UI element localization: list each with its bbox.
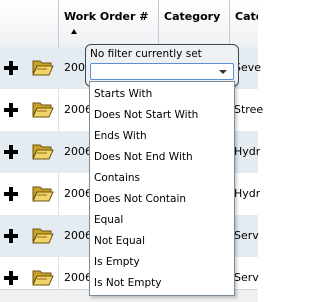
chevron-down-icon[interactable] bbox=[219, 70, 227, 74]
filter-option[interactable]: Does Not End With bbox=[94, 147, 193, 168]
sort-ascending-icon bbox=[71, 29, 77, 34]
header-actions bbox=[0, 0, 58, 47]
filter-option[interactable]: Equal bbox=[94, 210, 123, 231]
grid-header: Work Order # Category Cate bbox=[0, 0, 258, 48]
filter-status-label: No filter currently set bbox=[90, 48, 202, 60]
filter-operator-dropdown: Starts With Does Not Start With Ends With D… bbox=[89, 81, 235, 296]
open-folder-icon[interactable] bbox=[32, 141, 54, 161]
category-desc-cell: Hydr bbox=[234, 145, 261, 158]
filter-option[interactable]: Ends With bbox=[94, 126, 147, 147]
category-desc-cell: Hydr bbox=[234, 187, 261, 200]
category-desc-cell: Stree bbox=[234, 103, 264, 116]
header-category-label: Category bbox=[164, 10, 221, 23]
filter-option[interactable]: Starts With bbox=[94, 84, 152, 105]
filter-option[interactable]: Contains bbox=[94, 168, 140, 189]
plus-icon[interactable] bbox=[4, 103, 18, 117]
open-folder-icon[interactable] bbox=[32, 99, 54, 119]
open-folder-icon[interactable] bbox=[32, 267, 54, 287]
category-desc-cell: Serv bbox=[234, 229, 259, 242]
work-order-cell: 2006 bbox=[64, 103, 92, 116]
header-work-order[interactable]: Work Order # bbox=[58, 0, 158, 47]
work-order-cell: 2006 bbox=[64, 145, 92, 158]
plus-icon[interactable] bbox=[4, 271, 18, 285]
open-folder-icon[interactable] bbox=[32, 225, 54, 245]
header-category[interactable]: Category bbox=[158, 0, 229, 47]
work-order-cell: 2006 bbox=[64, 229, 92, 242]
filter-option[interactable]: Does Not Start With bbox=[94, 105, 198, 126]
header-category-desc-label: Cate bbox=[235, 10, 258, 23]
header-work-order-label: Work Order # bbox=[64, 10, 149, 23]
open-folder-icon[interactable] bbox=[32, 57, 54, 77]
filter-option[interactable]: Is Not Empty bbox=[94, 273, 162, 294]
plus-icon[interactable] bbox=[4, 229, 18, 243]
plus-icon[interactable] bbox=[4, 187, 18, 201]
filter-option[interactable]: Is Empty bbox=[94, 252, 140, 273]
work-order-cell: 2006 bbox=[64, 187, 92, 200]
filter-operator-select[interactable] bbox=[90, 63, 234, 80]
open-folder-icon[interactable] bbox=[32, 183, 54, 203]
plus-icon[interactable] bbox=[4, 145, 18, 159]
plus-icon[interactable] bbox=[4, 61, 18, 75]
header-category-desc[interactable]: Cate bbox=[229, 0, 258, 47]
filter-option[interactable]: Not Equal bbox=[94, 231, 145, 252]
filter-option[interactable]: Does Not Contain bbox=[94, 189, 186, 210]
